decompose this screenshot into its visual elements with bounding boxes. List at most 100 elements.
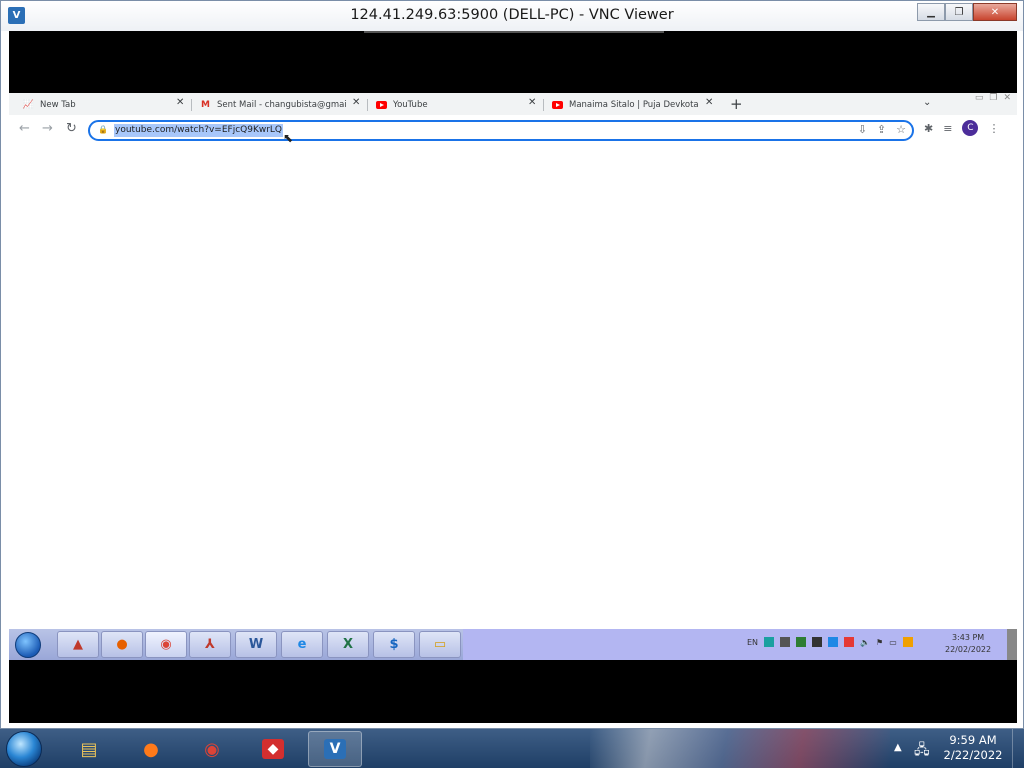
close-icon: ✕ <box>990 6 1000 18</box>
remote-start-button[interactable] <box>15 632 41 658</box>
tab-search-chevron-icon[interactable]: ⌄ <box>923 97 931 108</box>
remote-explorer-button[interactable]: ▭ <box>419 631 461 658</box>
remote-dollar-app-button[interactable]: $ <box>373 631 415 658</box>
forward-arrow-icon[interactable]: → <box>42 121 53 136</box>
close-tab-icon[interactable]: ✕ <box>352 97 360 108</box>
firefox-icon: ● <box>143 738 159 760</box>
remote-clock[interactable]: 3:43 PM 22/02/2022 <box>945 632 991 656</box>
browser-window-controls: ▭ ❐ ✕ <box>975 93 1011 103</box>
taskbar-firefox-button[interactable]: ● <box>124 731 178 767</box>
start-button[interactable] <box>6 731 42 767</box>
tray-warning-icon[interactable] <box>902 637 913 647</box>
volume-icon[interactable]: 🔈 <box>860 638 870 647</box>
remote-chrome-button[interactable]: ◉ <box>145 631 187 658</box>
install-app-icon[interactable]: ⇩ <box>858 123 867 136</box>
internet-explorer-icon: e <box>297 637 307 652</box>
minimize-icon[interactable]: ▭ <box>975 93 984 103</box>
taskbar-anydesk-button[interactable]: ◆ <box>246 731 300 767</box>
folder-icon: ▤ <box>80 738 98 760</box>
web-page-content[interactable] <box>9 143 1017 629</box>
task-manager-icon: ▲ <box>73 637 83 652</box>
tab-title: New Tab <box>40 100 76 110</box>
tab-divider <box>543 99 544 111</box>
remote-taskbar: ▲ ● ◉ ⅄ W e X $ ▭ EN 🔈 ⚑ ▭ 3:43 PM 22/02… <box>9 629 1017 660</box>
menu-kebab-icon[interactable]: ⋮ <box>988 122 999 135</box>
minimize-icon: ▁ <box>927 6 935 18</box>
tab-title: YouTube <box>393 100 428 110</box>
profile-avatar[interactable]: C <box>962 120 979 136</box>
youtube-favicon <box>376 100 387 110</box>
remote-show-desktop-button[interactable] <box>1007 629 1017 660</box>
vnc-viewer-window: V 124.41.249.63:5900 (DELL-PC) - VNC Vie… <box>0 0 1024 729</box>
tab-new-tab[interactable]: 📈 New Tab <box>23 97 173 113</box>
lock-icon[interactable]: 🔒 <box>98 125 108 134</box>
clock-time: 9:59 AM <box>949 733 997 747</box>
address-bar[interactable]: 🔒 youtube.com/watch?v=EFjcQ9KwrLQ ⇩ ⇪ ☆ <box>88 120 914 141</box>
firefox-icon: ● <box>116 637 128 652</box>
network-icon[interactable]: 🖧 <box>914 739 930 763</box>
remote-firefox-button[interactable]: ● <box>101 631 143 658</box>
close-tab-icon[interactable]: ✕ <box>705 97 713 108</box>
remote-excel-button[interactable]: X <box>327 631 369 658</box>
remote-word-button[interactable]: W <box>235 631 277 658</box>
remote-time: 3:43 PM <box>951 633 985 642</box>
tab-divider <box>191 99 192 111</box>
tray-display-icon[interactable] <box>812 637 823 647</box>
tab-sent-mail[interactable]: M Sent Mail - changubista@gmail.c <box>200 97 346 113</box>
taskbar-vnc-viewer-button[interactable]: V <box>308 731 362 767</box>
browser-toolbar: ← → ↻ 🔒 youtube.com/watch?v=EFjcQ9KwrLQ … <box>9 115 1017 143</box>
tray-network-icon[interactable] <box>828 637 839 647</box>
language-indicator[interactable]: EN <box>747 638 758 647</box>
remote-desktop-icon: ◆ <box>261 739 285 759</box>
taskbar-explorer-button[interactable]: ▤ <box>62 731 116 767</box>
tray-app-icon[interactable] <box>764 637 775 647</box>
restore-button[interactable]: ❐ <box>945 3 973 21</box>
tray-antivirus-icon[interactable] <box>844 637 855 647</box>
media-queue-icon[interactable]: ≡ <box>943 122 952 135</box>
close-tab-icon[interactable]: ✕ <box>528 97 536 108</box>
tab-title: Sent Mail - changubista@gmail.c <box>217 100 346 110</box>
taskbar-chrome-button[interactable]: ◉ <box>185 731 239 767</box>
action-center-flag-icon[interactable]: ⚑ <box>876 638 883 647</box>
remote-ie-button[interactable]: e <box>281 631 323 658</box>
chrome-browser-window: 📈 New Tab ✕ M Sent Mail - changubista@gm… <box>9 93 1017 629</box>
restore-icon[interactable]: ❐ <box>989 93 997 103</box>
bookmark-star-icon[interactable]: ☆ <box>896 123 906 136</box>
excel-icon: X <box>342 637 354 652</box>
close-tab-icon[interactable]: ✕ <box>176 97 184 108</box>
close-button[interactable]: ✕ <box>973 3 1017 21</box>
reload-icon[interactable]: ↻ <box>66 121 77 136</box>
url-text[interactable]: youtube.com/watch?v=EFjcQ9KwrLQ <box>114 124 284 137</box>
vnc-toolbar-handle[interactable] <box>364 31 664 33</box>
tab-youtube[interactable]: YouTube <box>376 97 526 113</box>
tab-manaima-sitalo[interactable]: Manaima Sitalo | Puja Devkota | <box>552 97 698 113</box>
remote-taskbar-empty-area <box>463 629 1017 660</box>
remote-date: 22/02/2022 <box>945 645 992 654</box>
extension-area: ✱ ≡ C ⋮ <box>924 120 999 136</box>
wallpaper-fragment <box>590 729 890 768</box>
new-tab-plus-icon[interactable]: + <box>730 95 743 113</box>
extensions-puzzle-icon[interactable]: ✱ <box>924 122 933 135</box>
close-icon[interactable]: ✕ <box>1003 93 1011 103</box>
tray-vnc-icon[interactable] <box>796 637 807 647</box>
youtube-favicon <box>552 100 563 110</box>
remote-app-icon[interactable]: ▲ <box>57 631 99 658</box>
restore-icon: ❐ <box>954 6 964 18</box>
show-hidden-icons-icon[interactable]: ▲ <box>894 742 902 753</box>
back-arrow-icon[interactable]: ← <box>19 121 30 136</box>
tray-device-icon[interactable] <box>780 637 791 647</box>
vnc-viewer-icon: V <box>323 739 347 759</box>
vnc-title-bar[interactable]: V 124.41.249.63:5900 (DELL-PC) - VNC Vie… <box>1 1 1023 31</box>
tray-monitor-icon[interactable]: ▭ <box>889 638 897 647</box>
share-icon[interactable]: ⇪ <box>877 123 886 136</box>
system-clock[interactable]: 9:59 AM 2/22/2022 <box>942 733 1004 763</box>
gmail-favicon: M <box>201 100 210 110</box>
remote-acrobat-button[interactable]: ⅄ <box>189 631 231 658</box>
local-taskbar: ▤ ● ◉ ◆ V ▲ 🖧 9:59 AM 2/22/2022 <box>0 729 1024 768</box>
show-desktop-button[interactable] <box>1012 729 1024 768</box>
remote-screen[interactable]: 📈 New Tab ✕ M Sent Mail - changubista@gm… <box>9 31 1017 723</box>
tab-strip: 📈 New Tab ✕ M Sent Mail - changubista@gm… <box>9 93 1017 115</box>
minimize-button[interactable]: ▁ <box>917 3 945 21</box>
chrome-icon: ◉ <box>160 637 172 652</box>
window-controls: ▁ ❐ ✕ <box>917 3 1017 21</box>
